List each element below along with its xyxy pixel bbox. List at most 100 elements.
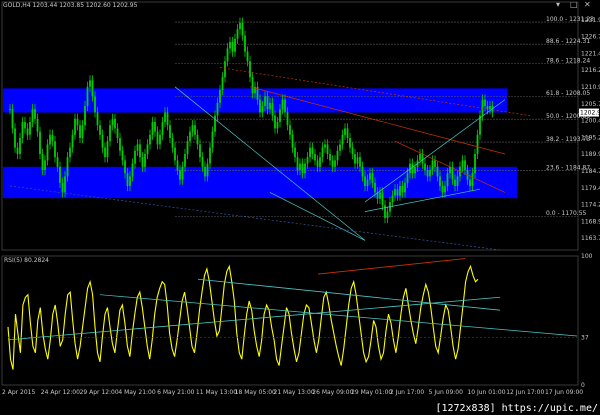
candle-body	[19, 138, 21, 154]
candle-body	[149, 134, 151, 145]
candle-body	[146, 144, 149, 154]
candle-body	[261, 106, 264, 113]
candle-body	[194, 125, 196, 135]
candle-body	[131, 163, 134, 177]
candle-body	[279, 109, 281, 122]
time-axis-label: 24 Apr 12:00	[41, 389, 80, 396]
candle-body	[341, 134, 344, 145]
candle-body	[484, 99, 486, 106]
time-axis-label: 26 May 09:00	[312, 389, 353, 396]
candle-body	[329, 154, 331, 161]
candle-body	[124, 160, 126, 174]
candle-body	[41, 154, 44, 170]
candle-body	[464, 160, 466, 170]
candle-body	[406, 173, 409, 183]
candle-body	[184, 154, 186, 167]
time-axis-label: 11 May 13:00	[196, 389, 237, 396]
candle-body	[436, 166, 439, 177]
candle-body	[299, 163, 301, 170]
candle-body	[304, 163, 306, 174]
candle-body	[34, 109, 36, 119]
candle-body	[489, 106, 491, 110]
candle-body	[269, 102, 271, 110]
candle-body	[404, 182, 406, 193]
candle-body	[171, 138, 174, 148]
candle-body	[209, 147, 211, 164]
price-axis-label: 1179.45	[581, 185, 600, 192]
candle-body	[9, 109, 11, 110]
fib-level-label: 78.6 - 1218.24	[546, 58, 590, 65]
candle-body	[349, 138, 351, 148]
candle-body	[354, 154, 356, 164]
candle-body	[31, 109, 34, 122]
candle-body	[44, 160, 46, 170]
candle-body	[231, 42, 234, 52]
candle-body	[286, 112, 289, 126]
candle-body	[76, 118, 79, 126]
candle-body	[441, 186, 444, 193]
candle-body	[249, 61, 251, 78]
candle-body	[476, 134, 479, 154]
fib-level-label: 0.0 - 1170.55	[546, 210, 587, 217]
candle-body	[21, 122, 24, 138]
fib-level-label: 61.8 - 1208.05	[546, 90, 590, 97]
candle-body	[439, 176, 441, 186]
candle-body	[176, 160, 179, 170]
chart-window: GOLD,H4 1203.44 1203.85 1202.60 1202.95 …	[0, 0, 600, 415]
candle-body	[211, 131, 214, 148]
candle-body	[191, 125, 194, 132]
candle-body	[36, 118, 39, 132]
candle-body	[471, 173, 474, 186]
candle-body	[39, 131, 41, 154]
candle-body	[129, 176, 131, 186]
candle-body	[81, 125, 84, 138]
candle-body	[364, 176, 366, 186]
candle-body	[101, 134, 104, 148]
candle-body	[391, 195, 394, 202]
candle-body	[414, 166, 416, 174]
candle-body	[141, 157, 144, 167]
candle-body	[91, 80, 94, 97]
candle-body	[174, 147, 176, 161]
watermark: [1272x838] https://upic.me/	[435, 403, 598, 414]
candle-body	[179, 170, 181, 180]
candle-body	[411, 163, 414, 174]
time-axis-label: 21 May 13:00	[274, 389, 315, 396]
candle-body	[166, 112, 169, 126]
rsi-trend-line-cyan	[99, 294, 578, 337]
candle-body	[54, 141, 56, 158]
candle-body	[271, 102, 274, 116]
candle-body	[264, 96, 266, 106]
candle-body	[289, 125, 291, 135]
candle-body	[126, 173, 129, 186]
candle-body	[139, 144, 141, 158]
candle-body	[274, 115, 276, 129]
candle-body	[351, 147, 354, 154]
candle-body	[316, 160, 319, 167]
price-marker-label: 1202.95	[580, 110, 600, 117]
price-axis-label: 1226.70	[581, 34, 600, 41]
candle-body	[151, 122, 154, 135]
candle-body	[384, 205, 386, 218]
candle-body	[56, 157, 59, 167]
candle-body	[169, 125, 171, 138]
candle-body	[84, 106, 86, 126]
price-axis-label: 1174.20	[581, 202, 600, 209]
candle-body	[366, 179, 369, 186]
candle-body	[59, 166, 61, 183]
candle-body	[154, 122, 156, 132]
time-axis-label: 2 Apr 2015	[2, 389, 35, 396]
candle-body	[244, 35, 246, 52]
candle-body	[46, 144, 49, 161]
candle-body	[136, 144, 139, 151]
candle-body	[311, 147, 314, 154]
candle-body	[134, 150, 136, 164]
candle-body	[96, 112, 99, 126]
time-axis-label: 18 May 05:00	[235, 389, 276, 396]
time-axis-label: 12 Jun 17:00	[506, 389, 544, 396]
candle-body	[111, 118, 114, 126]
candle-body	[324, 144, 326, 148]
time-axis-label: 4 May 21:00	[118, 389, 156, 396]
price-axis-label: 1168.95	[581, 218, 600, 225]
price-axis-label: 1200.45	[581, 118, 600, 125]
